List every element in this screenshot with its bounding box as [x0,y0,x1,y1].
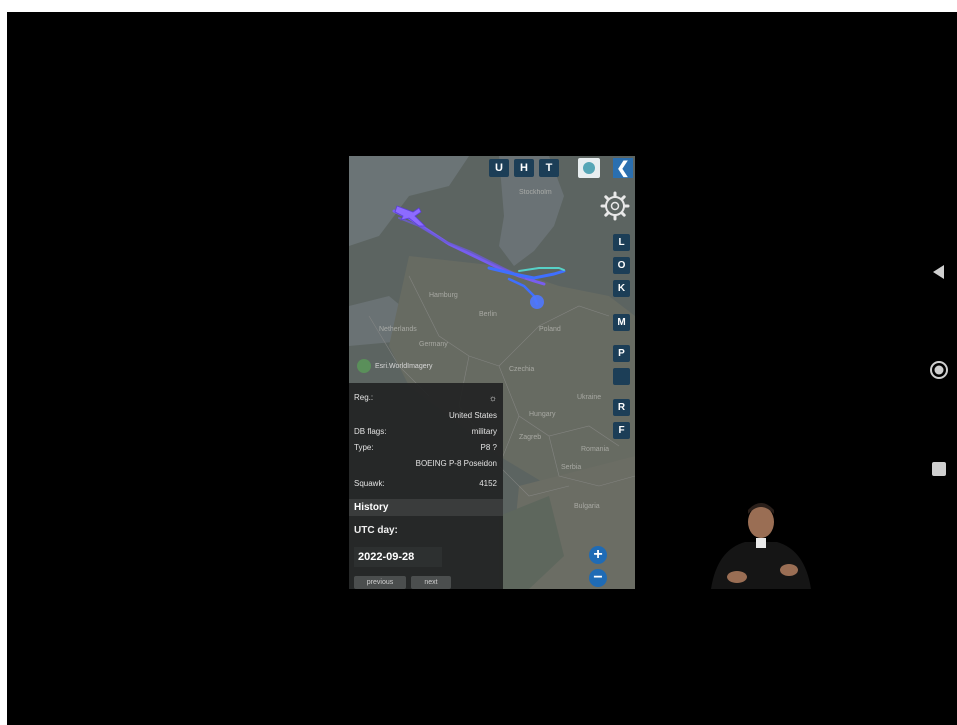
next-day-button[interactable]: next [411,576,451,589]
button-h[interactable]: H [514,159,534,177]
map-attribution[interactable]: Esri.WorldImagery [357,358,432,374]
circle-home-icon[interactable] [929,360,949,380]
type-label: Type: [354,443,374,452]
button-u[interactable]: U [489,159,509,177]
svg-text:Poland: Poland [539,326,561,333]
svg-text:Bulgaria: Bulgaria [574,503,600,510]
triangle-back-icon[interactable] [929,262,949,282]
button-r[interactable]: R [613,399,630,416]
previous-day-button[interactable]: previous [354,576,406,589]
svg-text:Zagreb: Zagreb [519,434,541,441]
minus-icon[interactable]: − [589,569,607,587]
gear-icon[interactable] [599,190,631,222]
svg-text:Czechia: Czechia [509,366,534,373]
svg-text:Romania: Romania [581,446,609,453]
aircraft-info-panel: Reg.: ☼ United States DB flags: military… [349,383,503,589]
button-t[interactable]: T [539,159,559,177]
type-value: P8 ? [480,443,497,452]
svg-text:Germany: Germany [419,341,448,348]
button-f[interactable]: F [613,422,630,439]
flag-icon: ☼ [488,393,497,403]
utc-day-label: UTC day: [354,525,398,536]
button-blank[interactable] [613,368,630,385]
type-description: BOEING P-8 Poseidon [415,459,497,468]
svg-text:Hungary: Hungary [529,411,556,418]
button-l[interactable]: L [613,234,630,251]
squawk-label: Squawk: [354,479,385,488]
plus-icon[interactable]: + [589,546,607,564]
globe-button[interactable] [578,158,600,178]
square-recents-icon[interactable] [929,459,949,479]
layer-icon [357,359,371,373]
history-date[interactable]: 2022-09-28 [354,547,442,567]
svg-text:Berlin: Berlin [479,311,497,318]
button-o[interactable]: O [613,257,630,274]
history-header[interactable]: History [349,499,503,516]
presenter-video [697,492,825,589]
frame-top-strip [0,0,957,12]
svg-text:Serbia: Serbia [561,464,581,471]
svg-text:Stockholm: Stockholm [519,189,552,196]
db-flags-value: military [471,427,497,436]
country-value: United States [448,411,497,420]
button-p[interactable]: P [613,345,630,362]
squawk-value: 4152 [479,479,497,488]
db-flags-label: DB flags: [354,427,387,436]
flight-tracker-app: Stockholm Hamburg Berlin Poland Czechia … [349,156,635,589]
reg-label: Reg.: [354,393,374,402]
button-m[interactable]: M [613,314,630,331]
attribution-text: Esri.WorldImagery [375,362,433,370]
button-k[interactable]: K [613,280,630,297]
svg-text:Netherlands: Netherlands [379,326,417,333]
globe-icon [583,162,595,174]
frame-left-strip [0,0,7,725]
chevron-left-icon[interactable]: ❮ [613,158,633,178]
svg-text:Ukraine: Ukraine [577,394,601,401]
svg-text:Hamburg: Hamburg [429,292,458,299]
